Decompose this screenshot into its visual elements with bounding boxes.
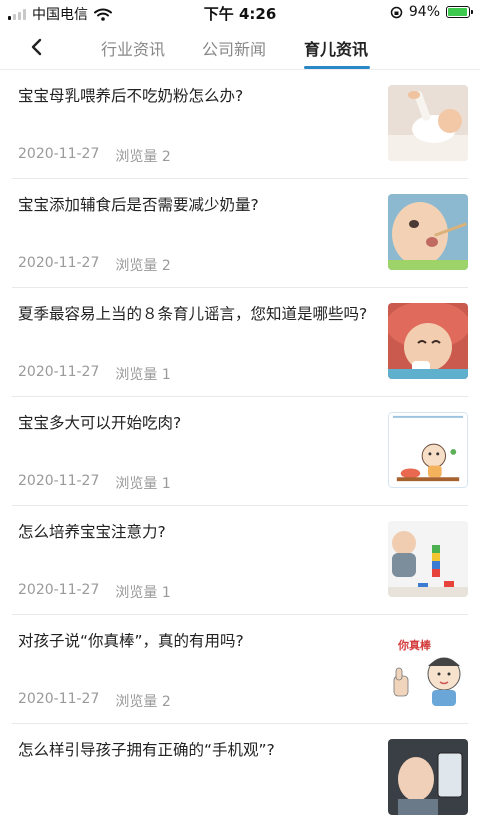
back-arrow-icon[interactable] (24, 34, 50, 60)
article-list: 宝宝母乳喂养后不吃奶粉怎么办? 2020-11-27 浏览量 2 宝宝添加辅食后… (0, 70, 480, 833)
article-item[interactable]: 宝宝添加辅食后是否需要减少奶量? 2020-11-27 浏览量 2 (12, 179, 468, 288)
article-thumbnail (388, 521, 468, 597)
article-title: 宝宝添加辅食后是否需要减少奶量? (18, 196, 259, 214)
article-thumbnail (388, 303, 468, 379)
article-item[interactable]: 宝宝母乳喂养后不吃奶粉怎么办? 2020-11-27 浏览量 2 (12, 70, 468, 179)
article-date: 2020-11-27 (18, 146, 100, 162)
tab-industry-news[interactable]: 行业资讯 (101, 36, 165, 60)
baby-blocks-photo (388, 521, 468, 597)
article-date: 2020-11-27 (18, 691, 100, 707)
thumbnail-caption: 你真棒 (398, 639, 431, 652)
article-meta: 2020-11-27 浏览量 1 (18, 364, 171, 384)
tab-company-news[interactable]: 公司新闻 (202, 36, 266, 60)
article-title: 对孩子说“你真棒”，真的有用吗? (18, 632, 244, 650)
article-views: 浏览量 2 (115, 149, 171, 165)
article-title: 宝宝母乳喂养后不吃奶粉怎么办? (18, 87, 244, 105)
article-item[interactable]: 怎么培养宝宝注意力? 2020-11-27 浏览量 1 (12, 506, 468, 615)
status-bar: 中国电信 下午 4:26 94% (0, 0, 480, 24)
child-with-phone-photo (388, 739, 468, 815)
article-item[interactable]: 对孩子说“你真棒”，真的有用吗? 2020-11-27 浏览量 2 你真棒 (12, 615, 468, 724)
article-date: 2020-11-27 (18, 473, 100, 489)
article-views: 浏览量 2 (115, 694, 171, 710)
top-nav: 行业资讯 公司新闻 育儿资讯 (0, 24, 480, 70)
battery-icon (446, 6, 473, 18)
article-views: 浏览量 1 (115, 585, 171, 601)
article-views: 浏览量 1 (115, 476, 171, 492)
article-views: 浏览量 1 (115, 367, 171, 383)
article-meta: 2020-11-27 浏览量 2 (18, 255, 171, 275)
baby-bottle-photo (388, 85, 468, 161)
article-meta: 2020-11-27 浏览量 2 (18, 691, 171, 711)
article-views: 浏览量 2 (115, 258, 171, 274)
article-meta: 2020-11-27 浏览量 2 (18, 146, 171, 166)
article-item[interactable]: 宝宝多大可以开始吃肉? 2020-11-27 浏览量 1 (12, 397, 468, 506)
status-right: 94% (390, 4, 473, 20)
rotation-lock-icon (390, 6, 403, 18)
article-item[interactable]: 怎么样引导孩子拥有正确的“手机观”? (12, 724, 468, 833)
article-date: 2020-11-27 (18, 582, 100, 598)
article-thumbnail: 你真棒 (388, 630, 468, 706)
baby-spoon-photo (388, 194, 468, 270)
tab-bar: 行业资讯 公司新闻 育儿资讯 (80, 24, 480, 70)
article-date: 2020-11-27 (18, 255, 100, 271)
article-thumbnail (388, 739, 468, 815)
tab-parenting-news[interactable]: 育儿资讯 (304, 36, 368, 60)
article-meta: 2020-11-27 浏览量 1 (18, 582, 171, 602)
article-thumbnail (388, 412, 468, 488)
article-thumbnail (388, 85, 468, 161)
battery-percent: 94% (408, 4, 440, 20)
article-item[interactable]: 夏季最容易上当的８条育儿谣言，您知道是哪些吗? 2020-11-27 浏览量 1 (12, 288, 468, 397)
cartoon-baby-eating-illustration (389, 413, 467, 487)
baby-sunhat-photo (388, 303, 468, 379)
article-title: 宝宝多大可以开始吃肉? (18, 414, 182, 432)
article-thumbnail (388, 194, 468, 270)
article-date: 2020-11-27 (18, 364, 100, 380)
active-tab-indicator (304, 66, 370, 69)
article-title: 怎么样引导孩子拥有正确的“手机观”? (18, 741, 275, 759)
battery-fill (448, 8, 467, 16)
article-title: 夏季最容易上当的８条育儿谣言，您知道是哪些吗? (18, 305, 368, 323)
article-meta: 2020-11-27 浏览量 1 (18, 473, 171, 493)
article-title: 怎么培养宝宝注意力? (18, 523, 166, 541)
